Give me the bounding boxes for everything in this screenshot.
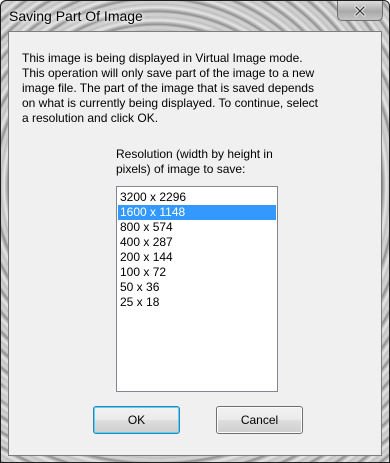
dialog-window: Saving Part Of Image This image is being… — [0, 0, 390, 463]
close-icon — [354, 5, 366, 17]
dialog-body: This image is being displayed in Virtual… — [8, 31, 382, 456]
resolution-option[interactable]: 50 x 36 — [118, 280, 276, 295]
resolution-option[interactable]: 400 x 287 — [118, 235, 276, 250]
close-button[interactable] — [337, 1, 383, 21]
resolution-label: Resolution (width by height in pixels) o… — [116, 147, 273, 176]
resolution-option[interactable]: 100 x 72 — [118, 265, 276, 280]
info-message: This image is being displayed in Virtual… — [22, 51, 318, 125]
window-title: Saving Part Of Image — [9, 8, 143, 24]
resolution-option-selected[interactable]: 1600 x 1148 — [118, 205, 276, 220]
resolution-listbox[interactable]: 3200 x 2296 1600 x 1148 800 x 574 400 x … — [116, 186, 278, 392]
resolution-option[interactable]: 800 x 574 — [118, 220, 276, 235]
resolution-option[interactable]: 3200 x 2296 — [118, 190, 276, 205]
cancel-button[interactable]: Cancel — [216, 406, 303, 434]
title-bar[interactable]: Saving Part Of Image — [1, 1, 389, 31]
resolution-option[interactable]: 200 x 144 — [118, 250, 276, 265]
ok-button[interactable]: OK — [93, 406, 180, 434]
resolution-option[interactable]: 25 x 18 — [118, 295, 276, 310]
